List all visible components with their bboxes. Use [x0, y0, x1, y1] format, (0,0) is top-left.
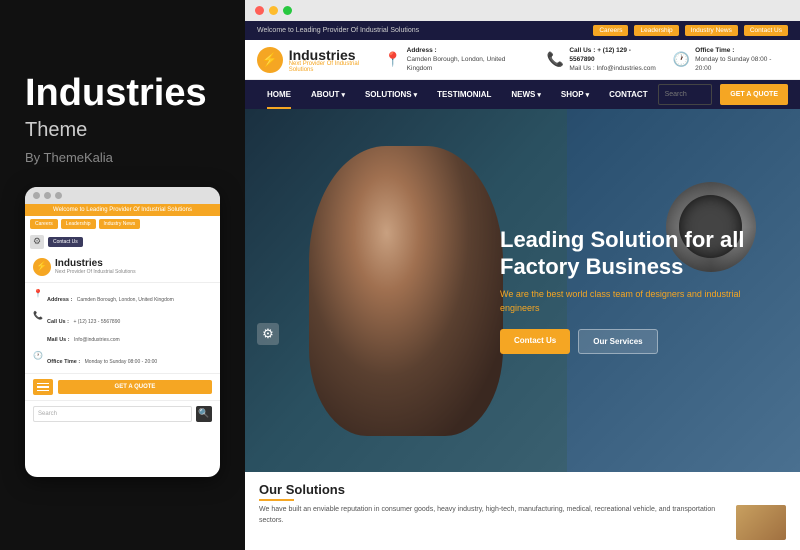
- mobile-nav-row: Careers Leadership Industry News: [25, 216, 220, 232]
- mobile-office-row: 🕐 Office Time : Monday to Sunday 08:00 -…: [33, 350, 212, 368]
- nav-search-input[interactable]: [659, 87, 713, 102]
- mobile-logo-info: Industries Next Provider Of Industrial S…: [55, 258, 136, 275]
- hero-title: Leading Solution for all Factory Busines…: [500, 227, 760, 280]
- author-label: By ThemeKalia: [25, 150, 113, 165]
- theme-title: Industries: [25, 73, 207, 115]
- solutions-image: [736, 505, 786, 540]
- solutions-section: Our Solutions We have built an enviable …: [245, 472, 800, 550]
- desktop-header: ⚡ Industries Next Provider Of Industrial…: [245, 40, 800, 80]
- header-call: 📞 Call Us : + (12) 129 - 5567890 Mail Us…: [547, 46, 657, 73]
- topbar-contact[interactable]: Contact Us: [744, 25, 788, 36]
- mobile-quote-button[interactable]: GET A QUOTE: [58, 380, 212, 394]
- solutions-underline: [259, 499, 294, 501]
- window-dot-red: [255, 6, 264, 15]
- solutions-arrow: ▾: [414, 92, 418, 99]
- mobile-search-input[interactable]: Search: [33, 406, 192, 422]
- hero-services-button[interactable]: Our Services: [578, 329, 657, 354]
- location-icon: 📍: [384, 51, 401, 68]
- mobile-logo-row: ⚡ Industries Next Provider Of Industrial…: [33, 258, 212, 276]
- phone-icon: 📞: [547, 51, 564, 68]
- nav-search[interactable]: 🔍: [658, 84, 713, 105]
- header-address: 📍 Address : Camden Borough, London, Unit…: [384, 46, 531, 73]
- mobile-preview: Welcome to Leading Provider Of Industria…: [25, 187, 220, 477]
- nav-testimonial[interactable]: TESTIMONIAL: [427, 80, 501, 109]
- mobile-clock-icon: 🕐: [33, 351, 43, 360]
- mobile-search-button[interactable]: 🔍: [196, 406, 212, 422]
- mobile-leadership-btn[interactable]: Leadership: [61, 219, 96, 229]
- mobile-call-text: Call Us : + (12) 123 - 5567890 Mail Us :…: [47, 310, 120, 346]
- clock-icon: 🕐: [673, 51, 690, 68]
- mobile-search-row: Search 🔍: [25, 400, 220, 427]
- hero-subtitle: We are the best world class team of desi…: [500, 288, 760, 315]
- menu-line-1: [37, 383, 49, 385]
- topbar-links: Careers Leadership Industry News Contact…: [593, 25, 788, 36]
- desktop-preview: Welcome to Leading Provider Of Industria…: [245, 0, 800, 550]
- window-dot-yellow: [269, 6, 278, 15]
- header-logo: ⚡ Industries Next Provider Of Industrial…: [257, 47, 384, 73]
- solutions-row: We have built an enviable reputation in …: [259, 505, 786, 540]
- mobile-menu-icon[interactable]: [33, 379, 53, 395]
- mobile-careers-btn[interactable]: Careers: [30, 219, 58, 229]
- mobile-info-section: 📍 Address : Camden Borough, London, Unit…: [25, 283, 220, 373]
- mobile-office-text: Office Time : Monday to Sunday 08:00 - 2…: [47, 350, 157, 368]
- nav-solutions[interactable]: SOLUTIONS▾: [355, 80, 427, 109]
- mobile-window-dots: [25, 187, 220, 204]
- hero-content: Leading Solution for all Factory Busines…: [470, 207, 790, 374]
- logo-icon: ⚡: [257, 47, 283, 73]
- shop-arrow: ▾: [586, 92, 590, 99]
- mobile-dot-2: [44, 192, 51, 199]
- hero-contact-button[interactable]: Contact Us: [500, 329, 570, 354]
- nav-contact[interactable]: CONTACT: [599, 80, 658, 109]
- solutions-title: Our Solutions: [259, 482, 786, 497]
- office-text: Office Time : Monday to Sunday 08:00 - 2…: [695, 46, 788, 73]
- topbar-text: Welcome to Leading Provider Of Industria…: [257, 27, 419, 34]
- about-arrow: ▾: [341, 92, 345, 99]
- mobile-dot-1: [33, 192, 40, 199]
- mobile-dot-3: [55, 192, 62, 199]
- hero-gear-icon[interactable]: ⚙: [257, 323, 279, 345]
- mobile-phone-icon: 📞: [33, 311, 43, 320]
- mobile-topbar: Welcome to Leading Provider Of Industria…: [25, 204, 220, 216]
- mobile-address-text: Address : Camden Borough, London, United…: [47, 288, 174, 306]
- topbar-careers[interactable]: Careers: [593, 25, 628, 36]
- header-office: 🕐 Office Time : Monday to Sunday 08:00 -…: [673, 46, 788, 73]
- nav-news[interactable]: NEWS▾: [501, 80, 551, 109]
- mobile-contact-btn[interactable]: Contact Us: [48, 237, 83, 247]
- theme-subtitle: Theme: [25, 119, 87, 142]
- menu-line-3: [37, 390, 49, 392]
- menu-line-2: [37, 386, 49, 388]
- mobile-industrynews-btn[interactable]: Industry News: [99, 219, 141, 229]
- mobile-logo-icon: ⚡: [33, 258, 51, 276]
- desktop-topbar: Welcome to Leading Provider Of Industria…: [245, 21, 800, 40]
- nav-about[interactable]: ABOUT▾: [301, 80, 355, 109]
- mobile-settings-row: ⚙ Contact Us: [25, 232, 220, 252]
- call-text: Call Us : + (12) 129 - 5567890 Mail Us :…: [569, 46, 656, 73]
- solutions-text: We have built an enviable reputation in …: [259, 505, 728, 540]
- address-text: Address : Camden Borough, London, United…: [407, 46, 531, 73]
- mobile-gear-icon[interactable]: ⚙: [30, 235, 44, 249]
- hero-buttons: Contact Us Our Services: [500, 329, 760, 354]
- news-arrow: ▾: [537, 92, 541, 99]
- mobile-address-row: 📍 Address : Camden Borough, London, Unit…: [33, 288, 212, 306]
- desktop-nav: HOME ABOUT▾ SOLUTIONS▾ TESTIMONIAL NEWS▾…: [245, 80, 800, 109]
- left-panel: Industries Theme By ThemeKalia Welcome t…: [0, 0, 245, 550]
- desktop-hero: ⚙ Leading Solution for all Factory Busin…: [245, 109, 800, 472]
- mobile-call-row: 📞 Call Us : + (12) 123 - 5567890 Mail Us…: [33, 310, 212, 346]
- window-dot-green: [283, 6, 292, 15]
- mobile-cta-row: GET A QUOTE: [25, 373, 220, 400]
- topbar-leadership[interactable]: Leadership: [634, 25, 678, 36]
- mobile-location-icon: 📍: [33, 289, 43, 298]
- topbar-industry-news[interactable]: Industry News: [685, 25, 738, 36]
- logo-text-block: Industries Next Provider Of Industrial S…: [289, 47, 385, 73]
- mobile-logo-section: ⚡ Industries Next Provider Of Industrial…: [25, 252, 220, 283]
- nav-quote-button[interactable]: GET A QUOTE: [720, 84, 788, 105]
- header-contact-items: 📍 Address : Camden Borough, London, Unit…: [384, 46, 788, 73]
- nav-home[interactable]: HOME: [257, 80, 301, 109]
- desktop-window-bar: [245, 0, 800, 21]
- nav-shop[interactable]: SHOP▾: [551, 80, 599, 109]
